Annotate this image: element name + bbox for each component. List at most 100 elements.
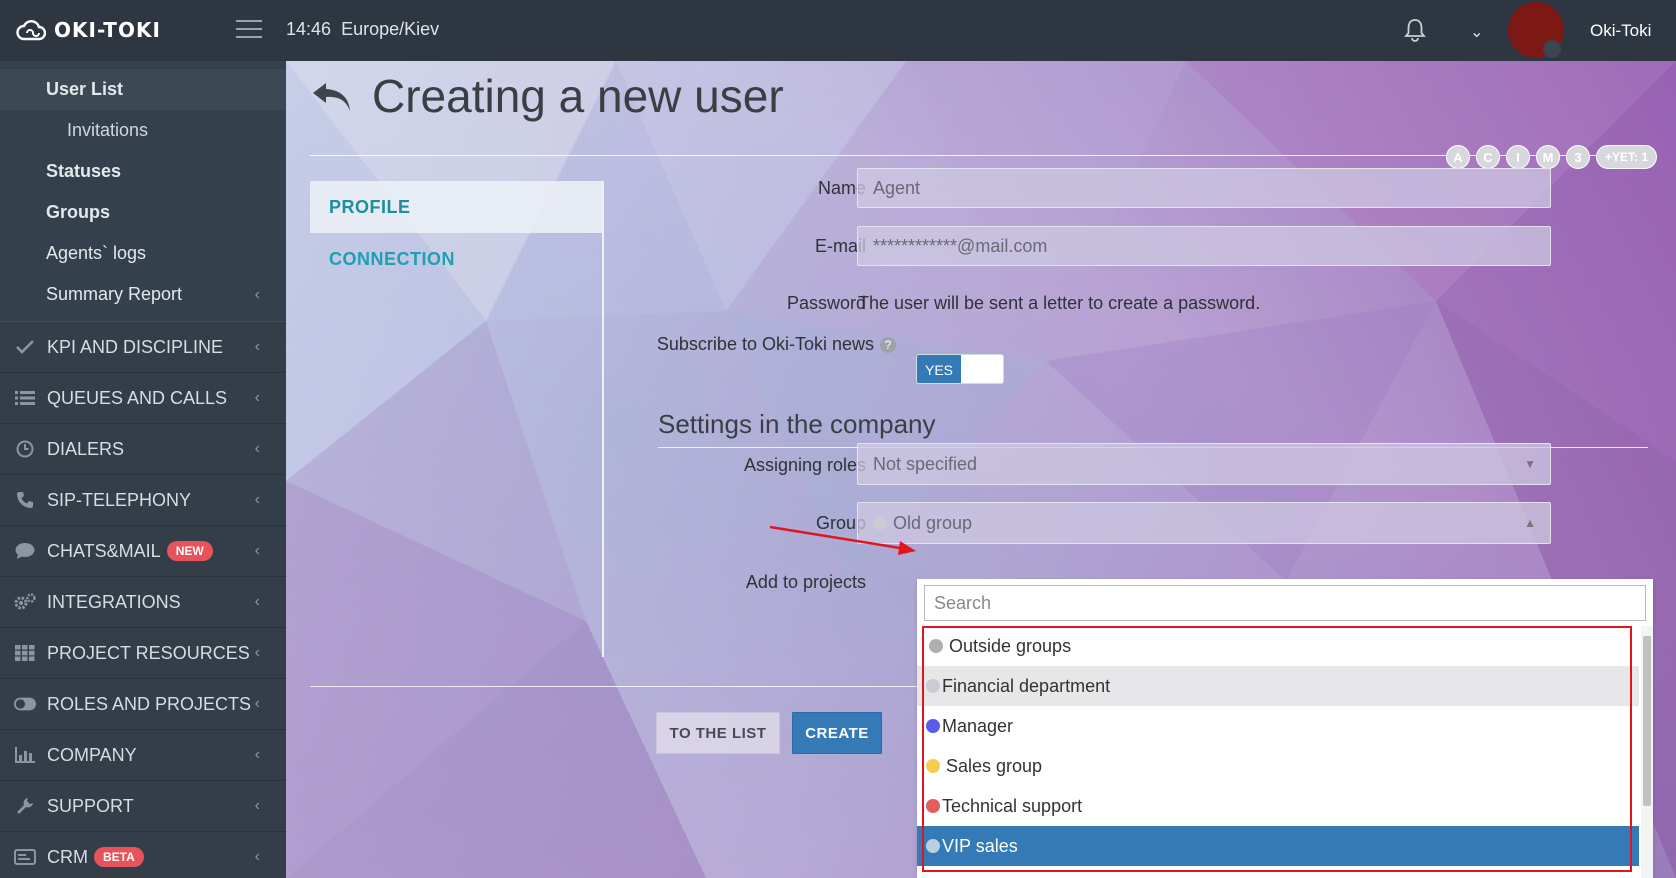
divider	[310, 155, 1610, 156]
sidebar-item-sip[interactable]: SIP-TELEPHONY ‹	[0, 475, 286, 526]
email-field[interactable]: ************@mail.com	[857, 226, 1551, 266]
chevron-left-icon: ‹	[254, 440, 260, 457]
dropdown-scrollbar[interactable]	[1641, 626, 1653, 878]
chevron-left-icon: ‹	[254, 746, 260, 763]
chip-a[interactable]: A	[1446, 145, 1470, 169]
beta-badge: BETA	[94, 847, 144, 867]
grid-icon	[14, 644, 36, 662]
toggle-icon	[14, 695, 36, 713]
subscribe-toggle[interactable]: YES	[916, 354, 1004, 384]
sidebar-item-statuses[interactable]: Statuses	[0, 151, 286, 192]
sidebar-item-company[interactable]: COMPANY ‹	[0, 730, 286, 781]
sidebar-item-label: PROJECT RESOURCES	[47, 642, 250, 663]
clock: 14:46 Europe/Kiev	[286, 19, 439, 40]
access-chips: A C I M 3 +YET: 1	[1446, 145, 1658, 169]
search-placeholder: Search	[934, 592, 992, 613]
email-value: ************@mail.com	[873, 235, 1048, 256]
phone-icon	[14, 491, 36, 509]
chip-i[interactable]: I	[1506, 145, 1530, 169]
chevron-left-icon: ‹	[254, 285, 260, 303]
sidebar-item-label: DIALERS	[47, 438, 125, 459]
sidebar-item-invitations[interactable]: Invitations	[0, 110, 286, 151]
sidebar-item-groups[interactable]: Groups	[0, 192, 286, 233]
user-name[interactable]: Oki-Toki	[1590, 21, 1651, 41]
cloud-logo-icon	[16, 20, 46, 41]
projects-label: Add to projects	[745, 572, 866, 592]
dropdown-search-input[interactable]: Search	[924, 585, 1646, 621]
logo[interactable]: OKI-TOKI	[16, 17, 161, 43]
check-icon	[14, 338, 36, 356]
crm-icon	[14, 848, 36, 866]
new-badge: NEW	[166, 541, 213, 561]
clock-icon	[14, 440, 36, 458]
chevron-left-icon: ‹	[254, 695, 260, 712]
chevron-left-icon: ‹	[254, 797, 260, 814]
subscribe-label: Subscribe to Oki-Toki news?	[586, 334, 896, 355]
section-title: Settings in the company	[658, 409, 936, 439]
password-info: The user will be sent a letter to create…	[858, 293, 1261, 313]
back-arrow-icon[interactable]	[310, 79, 354, 115]
top-bar: OKI-TOKI 14:46 Europe/Kiev ⌄ Oki-Toki	[0, 0, 1676, 61]
chip-m[interactable]: M	[1536, 145, 1560, 169]
sidebar-item-chats-mail[interactable]: CHATS&MAIL NEW ‹	[0, 526, 286, 577]
chevron-left-icon: ‹	[254, 644, 260, 661]
chat-icon	[14, 542, 36, 560]
chip-more[interactable]: +YET: 1	[1596, 145, 1658, 169]
chevron-left-icon: ‹	[254, 338, 260, 355]
help-icon[interactable]: ?	[880, 337, 896, 354]
sidebar-item-label: CHATS&MAIL	[47, 540, 161, 561]
vertical-tabs: PROFILE CONNECTION	[310, 181, 604, 657]
sidebar-item-label: QUEUES AND CALLS	[47, 387, 228, 408]
sidebar-item-roles-projects[interactable]: ROLES AND PROJECTS ‹	[0, 679, 286, 730]
sidebar-item-label: ROLES AND PROJECTS	[47, 693, 252, 714]
sidebar-item-dialers[interactable]: DIALERS ‹	[0, 424, 286, 475]
toggle-on-label: YES	[917, 355, 961, 383]
sidebar-item-label: SUPPORT	[47, 795, 134, 816]
tab-connection[interactable]: CONNECTION	[310, 233, 602, 285]
name-field[interactable]: Agent	[857, 168, 1551, 208]
group-select[interactable]: Old group ▲	[857, 502, 1551, 544]
chevron-left-icon: ‹	[254, 491, 260, 508]
logo-text: OKI-TOKI	[54, 18, 161, 42]
sidebar-item-agents-logs[interactable]: Agents` logs	[0, 233, 286, 274]
password-label: Password	[786, 293, 866, 313]
sidebar-item-label: Summary Report	[46, 284, 183, 304]
chevron-left-icon: ‹	[254, 848, 260, 865]
chip-c[interactable]: C	[1476, 145, 1500, 169]
page-title: Creating a new user	[372, 70, 784, 122]
caret-up-icon: ▲	[1524, 516, 1536, 530]
roles-select[interactable]: Not specified ▼	[857, 443, 1551, 485]
gears-icon	[14, 593, 36, 611]
bell-icon[interactable]	[1404, 18, 1426, 42]
to-list-button[interactable]: TO THE LIST	[656, 712, 780, 754]
sidebar-item-project-resources[interactable]: PROJECT RESOURCES ‹	[0, 628, 286, 679]
sidebar-item-summary-report[interactable]: Summary Report ‹	[0, 274, 286, 315]
sidebar-item-label: Agents` logs	[46, 243, 147, 263]
chevron-down-icon[interactable]: ⌄	[1470, 22, 1483, 42]
sidebar-item-user-list[interactable]: User List	[0, 69, 286, 110]
menu-toggle-icon[interactable]	[236, 20, 262, 40]
chevron-left-icon: ‹	[254, 389, 260, 406]
create-button[interactable]: CREATE	[792, 712, 882, 754]
timezone: Europe/Kiev	[341, 19, 440, 39]
bar-chart-icon	[14, 746, 36, 764]
tab-profile[interactable]: PROFILE	[310, 181, 602, 233]
scrollbar-thumb[interactable]	[1643, 636, 1651, 806]
annotation-arrow	[769, 525, 916, 555]
annotation-highlight-box	[922, 626, 1632, 872]
sidebar-item-label: User List	[46, 79, 124, 99]
subscribe-text: Subscribe to Oki-Toki news	[656, 334, 874, 354]
sidebar-item-queues[interactable]: QUEUES AND CALLS ‹	[0, 373, 286, 424]
roles-value: Not specified	[873, 453, 978, 474]
sidebar-item-crm[interactable]: CRM BETA ‹	[0, 832, 286, 878]
sidebar-item-kpi[interactable]: KPI AND DISCIPLINE ‹	[0, 322, 286, 373]
sidebar-item-integrations[interactable]: INTEGRATIONS ‹	[0, 577, 286, 628]
name-value: Agent	[873, 177, 921, 198]
sidebar-item-label: Groups	[46, 202, 111, 222]
sidebar-submenu: User List Invitations Statuses Groups Ag…	[0, 61, 286, 322]
sidebar-item-support[interactable]: SUPPORT ‹	[0, 781, 286, 832]
chip-3[interactable]: 3	[1566, 145, 1590, 169]
time: 14:46	[286, 19, 332, 39]
chevron-left-icon: ‹	[254, 593, 260, 610]
wrench-icon	[14, 797, 36, 815]
